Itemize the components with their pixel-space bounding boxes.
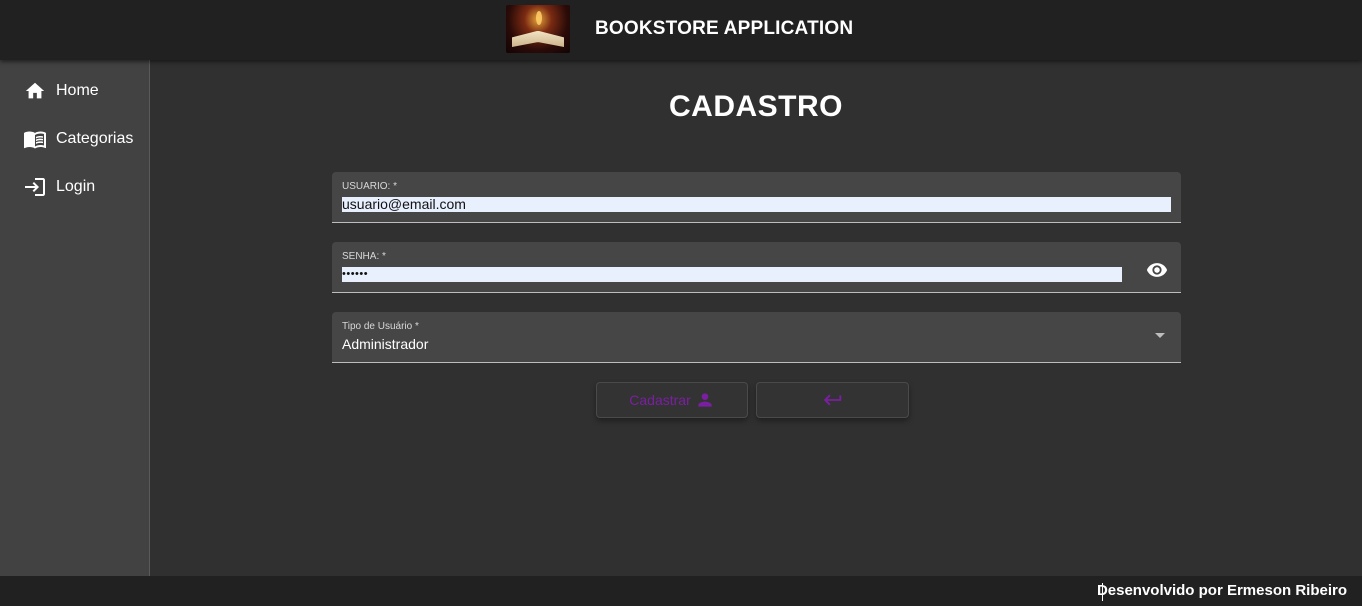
chevron-down-icon[interactable] xyxy=(1155,333,1165,338)
open-book-logo xyxy=(506,5,570,53)
sidebar-item-categorias[interactable]: Categorias xyxy=(0,115,149,163)
usuario-field[interactable]: USUARIO: * xyxy=(332,172,1181,223)
app-title: BOOKSTORE APPLICATION xyxy=(595,18,854,39)
visibility-icon[interactable] xyxy=(1145,258,1169,282)
senha-field[interactable]: SENHA: * xyxy=(332,242,1181,293)
text-cursor xyxy=(1102,583,1103,601)
sidebar-item-label: Login xyxy=(56,178,96,195)
tipo-usuario-select[interactable]: Tipo de Usuário * Administrador xyxy=(332,312,1181,363)
top-toolbar: BOOKSTORE APPLICATION xyxy=(0,0,1362,60)
menu-book-icon xyxy=(23,127,47,151)
usuario-label: USUARIO: * xyxy=(342,181,398,192)
senha-input[interactable] xyxy=(342,267,1122,282)
sidebar-item-home[interactable]: Home xyxy=(0,67,149,115)
sidebar-item-label: Categorias xyxy=(56,130,134,147)
home-icon xyxy=(23,79,47,103)
page-title: CADASTRO xyxy=(669,90,843,123)
sidebar-item-label: Home xyxy=(56,82,99,99)
cadastrar-button[interactable]: Cadastrar xyxy=(596,382,748,418)
cadastrar-label: Cadastrar xyxy=(629,392,691,408)
keyboard-return-icon xyxy=(822,389,844,411)
footer: Desenvolvido por Ermeson Ribeiro xyxy=(0,576,1362,606)
sidebar-item-login[interactable]: Login xyxy=(0,163,149,211)
tipo-usuario-value: Administrador xyxy=(342,336,429,352)
back-button[interactable] xyxy=(756,382,909,418)
usuario-input[interactable] xyxy=(342,197,1171,212)
tipo-usuario-label: Tipo de Usuário * xyxy=(342,321,419,332)
person-icon xyxy=(695,390,715,410)
senha-label: SENHA: * xyxy=(342,251,386,262)
login-icon xyxy=(23,175,47,199)
footer-credit: Desenvolvido por Ermeson Ribeiro xyxy=(1096,582,1347,599)
sidebar: Home Categorias Login xyxy=(0,60,150,576)
